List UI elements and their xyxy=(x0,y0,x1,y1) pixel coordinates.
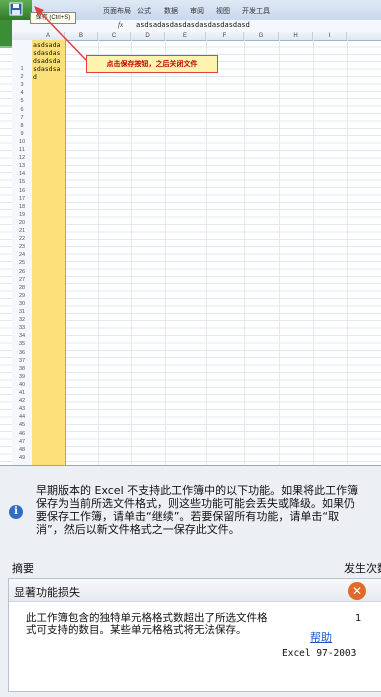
column-header-i[interactable]: I xyxy=(313,32,347,40)
row-number[interactable]: 28 xyxy=(12,285,32,291)
row-number[interactable]: 46 xyxy=(12,431,32,437)
row-number[interactable]: 10 xyxy=(12,139,32,145)
row-number[interactable]: 9 xyxy=(12,131,32,137)
row-number[interactable]: 48 xyxy=(12,447,32,453)
dialog-message: 早期版本的 Excel 不支持此工作簿中的以下功能。如果将此工作簿 保存为当前所… xyxy=(36,484,381,536)
message-line: 保存为当前所选文件格式，则这些功能可能会丢失或降级。如果仍 xyxy=(36,497,355,510)
row-number[interactable]: 43 xyxy=(12,406,32,412)
tab-view[interactable]: 视图 xyxy=(216,6,230,16)
row-number[interactable]: 31 xyxy=(12,309,32,315)
row-number[interactable]: 37 xyxy=(12,358,32,364)
row-number[interactable]: 35 xyxy=(12,341,32,347)
formula-value[interactable]: asdsadasdasdasdasdasdasdasd xyxy=(136,21,250,29)
grid-line xyxy=(98,40,99,465)
row-number[interactable]: 36 xyxy=(12,350,32,356)
row-number[interactable]: 29 xyxy=(12,293,32,299)
column-header-c[interactable]: C xyxy=(98,32,131,40)
column-header-g[interactable]: G xyxy=(244,32,279,40)
grid-line xyxy=(206,40,207,465)
row-number[interactable]: 32 xyxy=(12,317,32,323)
row-number[interactable]: 2 xyxy=(12,74,32,80)
row-number[interactable]: 20 xyxy=(12,220,32,226)
row-number[interactable]: 5 xyxy=(12,98,32,104)
row-number[interactable]: 8 xyxy=(12,123,32,129)
row-number[interactable]: 6 xyxy=(12,107,32,113)
row-number[interactable]: 26 xyxy=(12,269,32,275)
row-number[interactable]: 19 xyxy=(12,212,32,218)
grid-line xyxy=(279,40,280,465)
row-number[interactable]: 7 xyxy=(12,115,32,121)
row-number[interactable]: 15 xyxy=(12,179,32,185)
column-header-e[interactable]: E xyxy=(165,32,206,40)
row-number[interactable]: 16 xyxy=(12,188,32,194)
row-number[interactable]: 14 xyxy=(12,171,32,177)
tab-review[interactable]: 审阅 xyxy=(190,6,204,16)
issue-description: 此工作簿包含的独特单元格格式数超出了所选文件格式可支持的数目。某些单元格格式将无… xyxy=(26,612,268,636)
row-number[interactable]: 42 xyxy=(12,398,32,404)
help-link[interactable]: 帮助 xyxy=(310,629,332,645)
message-line: 要保存工作簿，请单击“继续”。若要保留所有功能，请单击“取 xyxy=(36,510,340,523)
row-number[interactable]: 47 xyxy=(12,439,32,445)
callout-arrow xyxy=(34,6,87,61)
row-number[interactable]: 49 xyxy=(12,455,32,461)
tab-page-layout[interactable]: 页面布局 xyxy=(103,6,131,16)
version-label: Excel 97-2003 xyxy=(282,648,357,659)
row-number[interactable]: 24 xyxy=(12,252,32,258)
row-number[interactable]: 34 xyxy=(12,333,32,339)
grid-line xyxy=(313,40,314,465)
row-number[interactable]: 41 xyxy=(12,390,32,396)
close-circle-icon: ✕ xyxy=(348,582,366,600)
row-number[interactable]: 1 xyxy=(12,66,32,72)
row-number[interactable]: 22 xyxy=(12,236,32,242)
row-number[interactable]: 4 xyxy=(12,90,32,96)
message-line: 早期版本的 Excel 不支持此工作簿中的以下功能。如果将此工作簿 xyxy=(36,484,359,497)
grid-line xyxy=(131,40,132,465)
column-header-h[interactable]: H xyxy=(279,32,313,40)
selected-column-a[interactable] xyxy=(32,40,66,465)
summary-label: 摘要 xyxy=(12,562,34,575)
row-number[interactable]: 40 xyxy=(12,382,32,388)
tab-formulas[interactable]: 公式 xyxy=(137,6,151,16)
row-number[interactable]: 11 xyxy=(12,147,32,153)
row-number[interactable]: 17 xyxy=(12,196,32,202)
row-number[interactable]: 25 xyxy=(12,260,32,266)
grid-line xyxy=(347,40,348,465)
row-number[interactable]: 33 xyxy=(12,325,32,331)
tab-data[interactable]: 数据 xyxy=(164,6,178,16)
row-number[interactable]: 12 xyxy=(12,155,32,161)
row-number[interactable]: 3 xyxy=(12,82,32,88)
grid-line xyxy=(244,40,245,465)
tab-developer[interactable]: 开发工具 xyxy=(242,6,270,16)
row-number[interactable]: 23 xyxy=(12,244,32,250)
issue-count: 1 xyxy=(355,613,362,624)
row-number[interactable]: 44 xyxy=(12,414,32,420)
row-number[interactable]: 45 xyxy=(12,422,32,428)
info-icon: i xyxy=(9,505,23,519)
row-number[interactable]: 27 xyxy=(12,277,32,283)
row-number[interactable]: 38 xyxy=(12,366,32,372)
row-number[interactable]: 21 xyxy=(12,228,32,234)
column-header-f[interactable]: F xyxy=(206,32,244,40)
issue-title: 显著功能损失 xyxy=(14,586,80,599)
grid-line xyxy=(165,40,166,465)
row-number[interactable]: 39 xyxy=(12,374,32,380)
instruction-callout: 点击保存按钮，之后关闭文件 xyxy=(86,55,218,73)
occurrences-label: 发生次数 xyxy=(344,562,381,575)
message-line: 消”，然后以新文件格式之一保存此文件。 xyxy=(36,523,240,536)
row-number[interactable]: 13 xyxy=(12,163,32,169)
column-header-d[interactable]: D xyxy=(131,32,165,40)
row-number[interactable]: 30 xyxy=(12,301,32,307)
fx-label[interactable]: fx xyxy=(118,21,123,29)
row-number[interactable]: 18 xyxy=(12,204,32,210)
